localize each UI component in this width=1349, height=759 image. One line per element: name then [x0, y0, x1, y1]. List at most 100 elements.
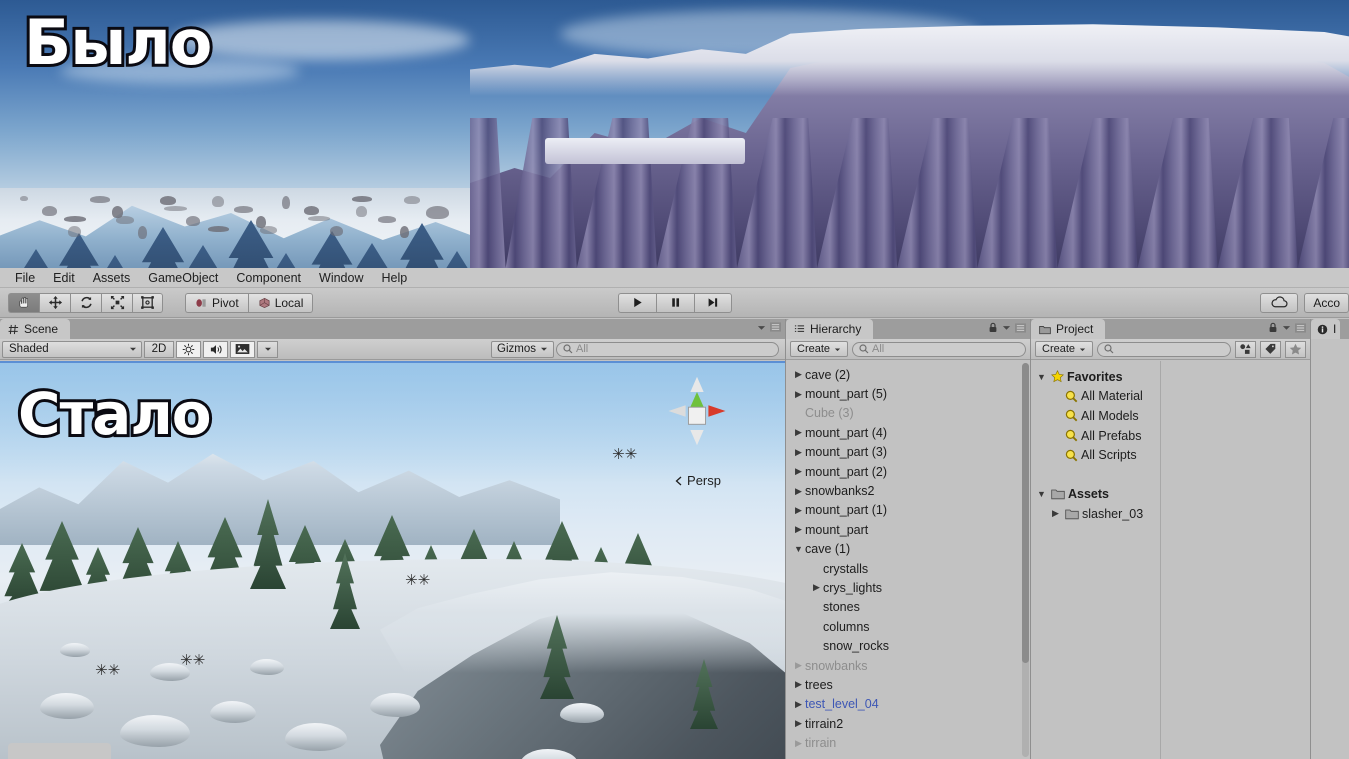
- chevron-down-icon[interactable]: [1282, 323, 1291, 332]
- toggle-2d-button[interactable]: 2D: [144, 340, 174, 358]
- hierarchy-tree[interactable]: ▶cave (2)▶mount_part (5)▶Cube (3)▶mount_…: [786, 361, 1030, 759]
- chevron-right-icon[interactable]: ▶: [792, 389, 805, 400]
- hierarchy-row[interactable]: ▶ crys_lights: [786, 578, 1030, 597]
- chevron-right-icon[interactable]: ▶: [792, 718, 805, 729]
- hierarchy-row[interactable]: ▶columns: [786, 617, 1030, 636]
- chevron-right-icon[interactable]: ▶: [792, 679, 805, 690]
- project-type-filter-button[interactable]: [1235, 340, 1256, 358]
- chevron-down-icon[interactable]: ▼: [792, 544, 805, 554]
- camera-projection-label[interactable]: Persp: [674, 473, 721, 488]
- menu-item-component[interactable]: Component: [227, 268, 310, 288]
- scene-audio-toggle[interactable]: [203, 340, 228, 358]
- project-tree-row[interactable]: ▶ slasher_03: [1031, 504, 1160, 524]
- menu-item-window[interactable]: Window: [310, 268, 372, 288]
- hierarchy-row[interactable]: ▶ trees: [786, 675, 1030, 694]
- hierarchy-row[interactable]: ▶ mount_part (5): [786, 384, 1030, 403]
- lock-icon[interactable]: [988, 322, 998, 333]
- gizmos-dropdown[interactable]: Gizmos: [491, 340, 554, 358]
- bottom-panel-tab[interactable]: [8, 743, 111, 759]
- hierarchy-row[interactable]: ▶ snowbanks2: [786, 481, 1030, 500]
- chevron-right-icon[interactable]: ▶: [792, 505, 805, 516]
- chevron-right-icon[interactable]: ▶: [1049, 508, 1062, 519]
- chevron-right-icon[interactable]: ▶: [792, 466, 805, 477]
- hierarchy-row[interactable]: ▶ snowbanks: [786, 656, 1030, 675]
- project-tree-row[interactable]: ▼ Favorites: [1031, 367, 1160, 387]
- project-create-button[interactable]: Create: [1035, 341, 1094, 357]
- hierarchy-row[interactable]: ▶snow_rocks: [786, 636, 1030, 655]
- project-label-filter-button[interactable]: [1260, 340, 1281, 358]
- chevron-down-icon[interactable]: ▼: [1035, 489, 1048, 499]
- scale-tool-button[interactable]: [101, 292, 132, 313]
- scene-lighting-toggle[interactable]: [176, 340, 201, 358]
- chevron-right-icon[interactable]: ▶: [792, 447, 805, 458]
- chevron-right-icon[interactable]: ▶: [792, 427, 805, 438]
- pause-button[interactable]: [655, 292, 694, 313]
- project-tree-row[interactable]: ▶All Scripts: [1031, 445, 1160, 465]
- hierarchy-row[interactable]: ▶ cave (2): [786, 365, 1030, 384]
- tab-hierarchy[interactable]: Hierarchy: [786, 319, 874, 339]
- chevron-right-icon[interactable]: ▶: [792, 660, 805, 671]
- tab-inspector[interactable]: I: [1311, 319, 1341, 339]
- rotate-tool-button[interactable]: [70, 292, 101, 313]
- cloud-services-button[interactable]: [1260, 292, 1299, 313]
- scene-fx-dropdown[interactable]: [257, 340, 278, 358]
- shading-mode-dropdown[interactable]: Shaded: [2, 340, 142, 358]
- scene-search-input[interactable]: All: [556, 341, 780, 357]
- hierarchy-row[interactable]: ▶stones: [786, 598, 1030, 617]
- rect-tool-button[interactable]: [132, 292, 163, 313]
- scene-view-gizmo[interactable]: [659, 373, 735, 449]
- lock-icon[interactable]: [1268, 322, 1278, 333]
- chevron-down-icon[interactable]: [1002, 323, 1011, 332]
- hierarchy-row[interactable]: ▶ mount_part (2): [786, 462, 1030, 481]
- project-tree-row[interactable]: ▶All Prefabs: [1031, 426, 1160, 446]
- scene-fx-toggle[interactable]: [230, 340, 255, 358]
- chevron-right-icon[interactable]: ▶: [792, 369, 805, 380]
- step-button[interactable]: [693, 292, 732, 313]
- hierarchy-row[interactable]: ▶ tirrain2: [786, 714, 1030, 733]
- hand-tool-button[interactable]: [8, 292, 39, 313]
- project-asset-grid[interactable]: [1161, 361, 1310, 759]
- project-tree-row[interactable]: ▶All Material: [1031, 387, 1160, 407]
- tab-scene[interactable]: Scene: [0, 319, 71, 339]
- chevron-right-icon[interactable]: ▶: [792, 738, 805, 749]
- hierarchy-row[interactable]: ▼ cave (1): [786, 540, 1030, 559]
- hamburger-icon[interactable]: [1295, 322, 1306, 333]
- hierarchy-row[interactable]: ▶ mount_part (4): [786, 423, 1030, 442]
- project-favorites-button[interactable]: [1285, 340, 1306, 358]
- hierarchy-row[interactable]: ▶ mount_part: [786, 520, 1030, 539]
- hierarchy-row[interactable]: ▶ tirrain: [786, 733, 1030, 752]
- chevron-right-icon[interactable]: ▶: [792, 524, 805, 535]
- account-button[interactable]: Acco: [1304, 292, 1349, 313]
- hierarchy-row[interactable]: ▶Cube (3): [786, 404, 1030, 423]
- chevron-right-icon[interactable]: ▶: [810, 582, 823, 593]
- project-tree-row[interactable]: ▼ Assets: [1031, 485, 1160, 505]
- hamburger-icon[interactable]: [1015, 322, 1026, 333]
- hierarchy-search-input[interactable]: All: [852, 341, 1026, 357]
- menu-item-gameobject[interactable]: GameObject: [139, 268, 227, 288]
- move-tool-button[interactable]: [39, 292, 70, 313]
- search-saved-icon: [1065, 390, 1078, 403]
- menu-item-assets[interactable]: Assets: [84, 268, 140, 288]
- hierarchy-row[interactable]: ▶ test_level_04: [786, 695, 1030, 714]
- hierarchy-row[interactable]: ▶crystalls: [786, 559, 1030, 578]
- hierarchy-create-button[interactable]: Create: [790, 341, 849, 357]
- menu-item-edit[interactable]: Edit: [44, 268, 84, 288]
- hierarchy-row[interactable]: ▶ mount_part (3): [786, 443, 1030, 462]
- project-tree-row-label: slasher_03: [1082, 506, 1144, 521]
- local-toggle-button[interactable]: Local: [247, 292, 314, 313]
- hamburger-icon[interactable]: [770, 322, 781, 332]
- project-search-input[interactable]: [1097, 341, 1231, 357]
- hierarchy-row[interactable]: ▶ mount_part (1): [786, 501, 1030, 520]
- chevron-right-icon[interactable]: ▶: [792, 486, 805, 497]
- chevron-down-icon[interactable]: ▼: [1035, 372, 1048, 382]
- chevron-down-icon[interactable]: [757, 323, 766, 332]
- play-button[interactable]: [617, 292, 656, 313]
- chevron-right-icon[interactable]: ▶: [792, 699, 805, 710]
- menu-item-help[interactable]: Help: [372, 268, 416, 288]
- hierarchy-scrollbar[interactable]: [1022, 363, 1029, 757]
- project-tree-row[interactable]: ▶All Models: [1031, 406, 1160, 426]
- menu-item-file[interactable]: File: [6, 268, 44, 288]
- project-tree[interactable]: ▼Favorites▶All Material▶All Models▶All P…: [1031, 361, 1161, 759]
- tab-project[interactable]: Project: [1031, 319, 1106, 339]
- pivot-toggle-button[interactable]: Pivot: [185, 292, 248, 313]
